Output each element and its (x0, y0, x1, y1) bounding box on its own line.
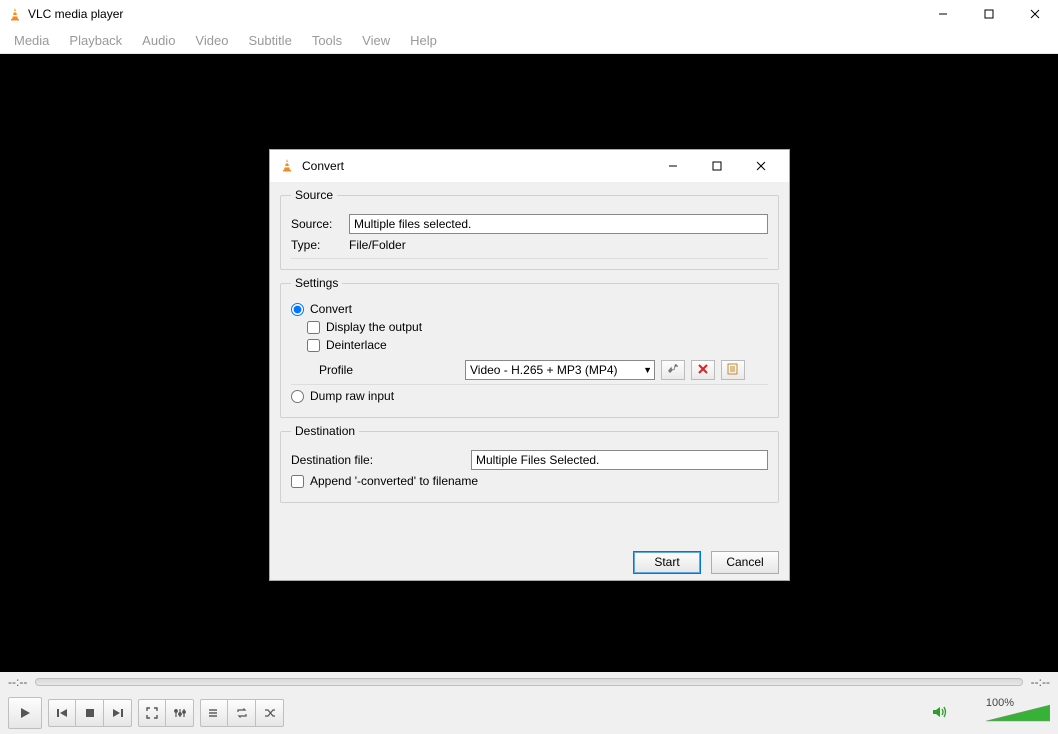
profile-select[interactable]: Video - H.265 + MP3 (MP4) ▼ (465, 360, 655, 380)
main-window-title: VLC media player (28, 7, 123, 21)
prev-button[interactable] (48, 699, 76, 727)
fullscreen-button[interactable] (138, 699, 166, 727)
profile-label: Profile (319, 363, 459, 377)
source-legend: Source (291, 188, 337, 202)
chevron-down-icon: ▼ (643, 365, 652, 375)
new-profile-button[interactable] (721, 360, 745, 380)
source-group: Source Source: Type: File/Folder (280, 188, 779, 270)
main-maximize-button[interactable] (966, 0, 1012, 28)
seek-bar[interactable] (35, 678, 1022, 686)
time-elapsed: --:-- (8, 675, 27, 689)
seek-row: --:-- --:-- (0, 672, 1058, 692)
speaker-icon[interactable] (932, 705, 948, 722)
shuffle-button[interactable] (256, 699, 284, 727)
source-input[interactable] (349, 214, 768, 234)
settings-group: Settings Convert Display the output Dein… (280, 276, 779, 418)
menu-audio[interactable]: Audio (132, 33, 185, 48)
dialog-titlebar[interactable]: Convert (270, 150, 789, 182)
deinterlace-label: Deinterlace (326, 338, 387, 352)
convert-radio-label: Convert (310, 302, 352, 316)
append-converted-label: Append '-converted' to filename (310, 474, 478, 488)
type-value: File/Folder (349, 238, 406, 252)
destination-group: Destination Destination file: Append '-c… (280, 424, 779, 503)
menu-media[interactable]: Media (4, 33, 59, 48)
settings-legend: Settings (291, 276, 342, 290)
dialog-button-row: Start Cancel (270, 544, 789, 580)
main-close-button[interactable] (1012, 0, 1058, 28)
destination-legend: Destination (291, 424, 359, 438)
cancel-button[interactable]: Cancel (711, 551, 779, 574)
dialog-maximize-button[interactable] (695, 152, 739, 180)
stop-button[interactable] (76, 699, 104, 727)
wrench-icon (667, 363, 679, 378)
menu-bar: Media Playback Audio Video Subtitle Tool… (0, 28, 1058, 54)
menu-subtitle[interactable]: Subtitle (238, 33, 301, 48)
profile-value: Video - H.265 + MP3 (MP4) (470, 363, 618, 377)
edit-profile-button[interactable] (661, 360, 685, 380)
new-profile-icon (727, 363, 739, 378)
type-label: Type: (291, 238, 349, 252)
start-button[interactable]: Start (633, 551, 701, 574)
dialog-title: Convert (302, 159, 344, 173)
display-output-label: Display the output (326, 320, 422, 334)
next-button[interactable] (104, 699, 132, 727)
append-converted-checkbox[interactable] (291, 475, 304, 488)
deinterlace-checkbox[interactable] (307, 339, 320, 352)
ext-settings-button[interactable] (166, 699, 194, 727)
controls-row: 100% (0, 692, 1058, 734)
convert-dialog: Convert Source Source: Type: File/Folder… (269, 149, 790, 581)
play-button[interactable] (8, 697, 42, 729)
volume-slider[interactable] (986, 703, 1050, 723)
loop-button[interactable] (228, 699, 256, 727)
delete-profile-button[interactable] (691, 360, 715, 380)
dump-radio[interactable] (291, 390, 304, 403)
delete-x-icon (698, 363, 708, 377)
destination-file-label: Destination file: (291, 453, 461, 467)
dump-radio-label: Dump raw input (310, 389, 394, 403)
menu-tools[interactable]: Tools (302, 33, 352, 48)
menu-playback[interactable]: Playback (59, 33, 132, 48)
menu-help[interactable]: Help (400, 33, 447, 48)
source-label: Source: (291, 217, 349, 231)
destination-file-input[interactable] (471, 450, 768, 470)
time-remaining: --:-- (1031, 675, 1050, 689)
menu-view[interactable]: View (352, 33, 400, 48)
main-titlebar: VLC media player (0, 0, 1058, 28)
dialog-minimize-button[interactable] (651, 152, 695, 180)
menu-video[interactable]: Video (185, 33, 238, 48)
dialog-close-button[interactable] (739, 152, 783, 180)
vlc-cone-icon (280, 158, 294, 175)
convert-radio[interactable] (291, 303, 304, 316)
display-output-checkbox[interactable] (307, 321, 320, 334)
vlc-cone-icon (8, 7, 22, 21)
playlist-button[interactable] (200, 699, 228, 727)
main-minimize-button[interactable] (920, 0, 966, 28)
